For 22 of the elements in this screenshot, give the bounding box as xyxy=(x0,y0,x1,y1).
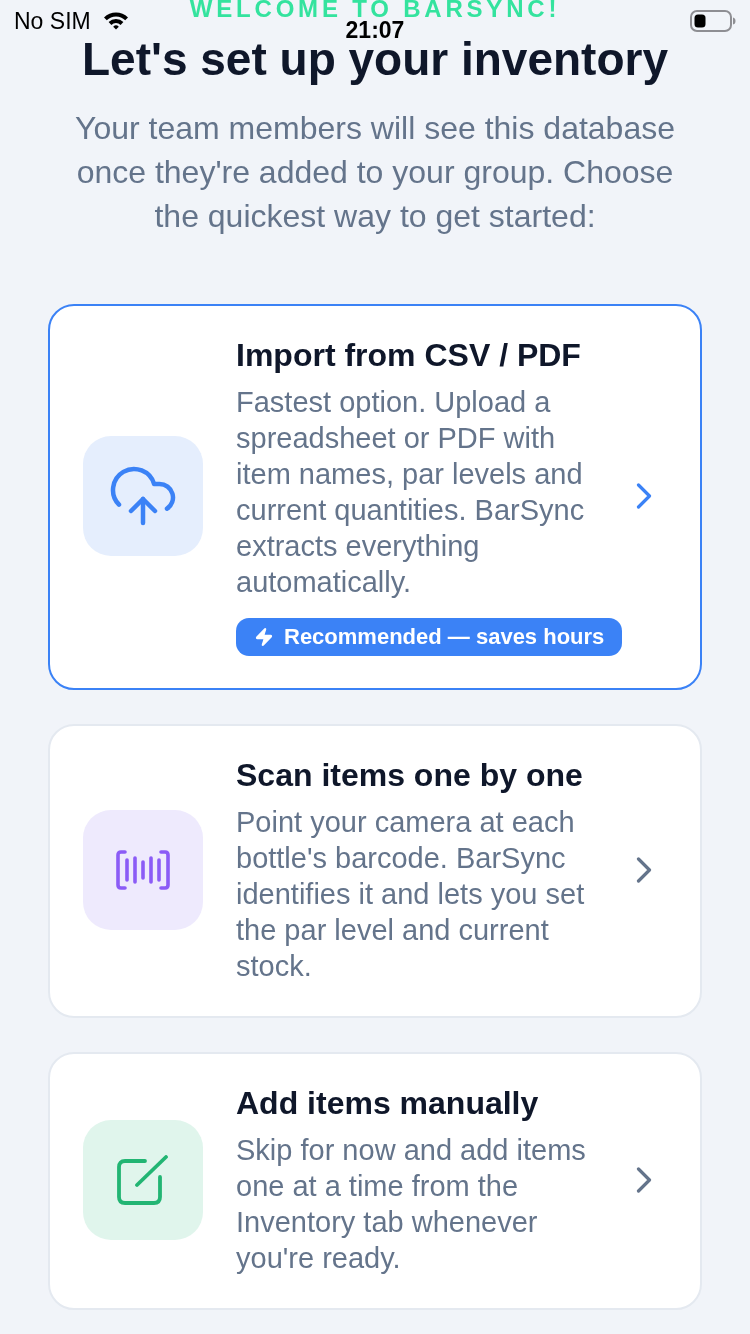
welcome-heading: WELCOME TO BARSYNC! xyxy=(189,0,561,18)
carrier-label: No SIM xyxy=(14,7,91,34)
wifi-icon xyxy=(102,11,129,30)
chevron-right-icon xyxy=(636,483,652,509)
option-title: Import from CSV / PDF xyxy=(236,336,582,375)
option-card[interactable]: Import from CSV / PDF Fastest option. Upload a spreadsheet or PDF with item names, par levels and current quantities. BarSync extracts everything automatically. Recommended — saves hours xyxy=(48,304,702,690)
cloud-upload-icon xyxy=(83,436,203,556)
chevron-right-icon xyxy=(636,1167,652,1193)
option-description: Point your camera at each bottle's barcode. BarSync identifies it and lets you set the par level and current stock. xyxy=(236,805,586,984)
chevron-right-icon xyxy=(636,857,652,883)
option-title: Add items manually xyxy=(236,1084,540,1123)
barcode-scan-icon xyxy=(83,810,203,930)
page-subtitle: Your team members will see this database once they're added to your group. Choose the quickest way to get started: xyxy=(74,109,676,236)
lightning-icon xyxy=(254,627,274,647)
option-description: Fastest option. Upload a spreadsheet or PDF with item names, par levels and current quantities. BarSync extracts everything automatically. xyxy=(236,385,586,600)
badge-label: Recommended — saves hours xyxy=(284,624,605,650)
option-card[interactable]: Add items manually Skip for now and add items one at a time from the Inventory tab whenever you're ready. xyxy=(48,1052,702,1310)
option-card[interactable]: Scan items one by one Point your camera at each bottle's barcode. BarSync identifies it and lets you set the par level and current stock. xyxy=(48,724,702,1018)
battery-icon xyxy=(690,9,736,32)
pen-square-icon xyxy=(83,1120,203,1240)
option-description: Skip for now and add items one at a time from the Inventory tab whenever you're ready. xyxy=(236,1133,587,1276)
option-title: Scan items one by one xyxy=(236,756,584,795)
